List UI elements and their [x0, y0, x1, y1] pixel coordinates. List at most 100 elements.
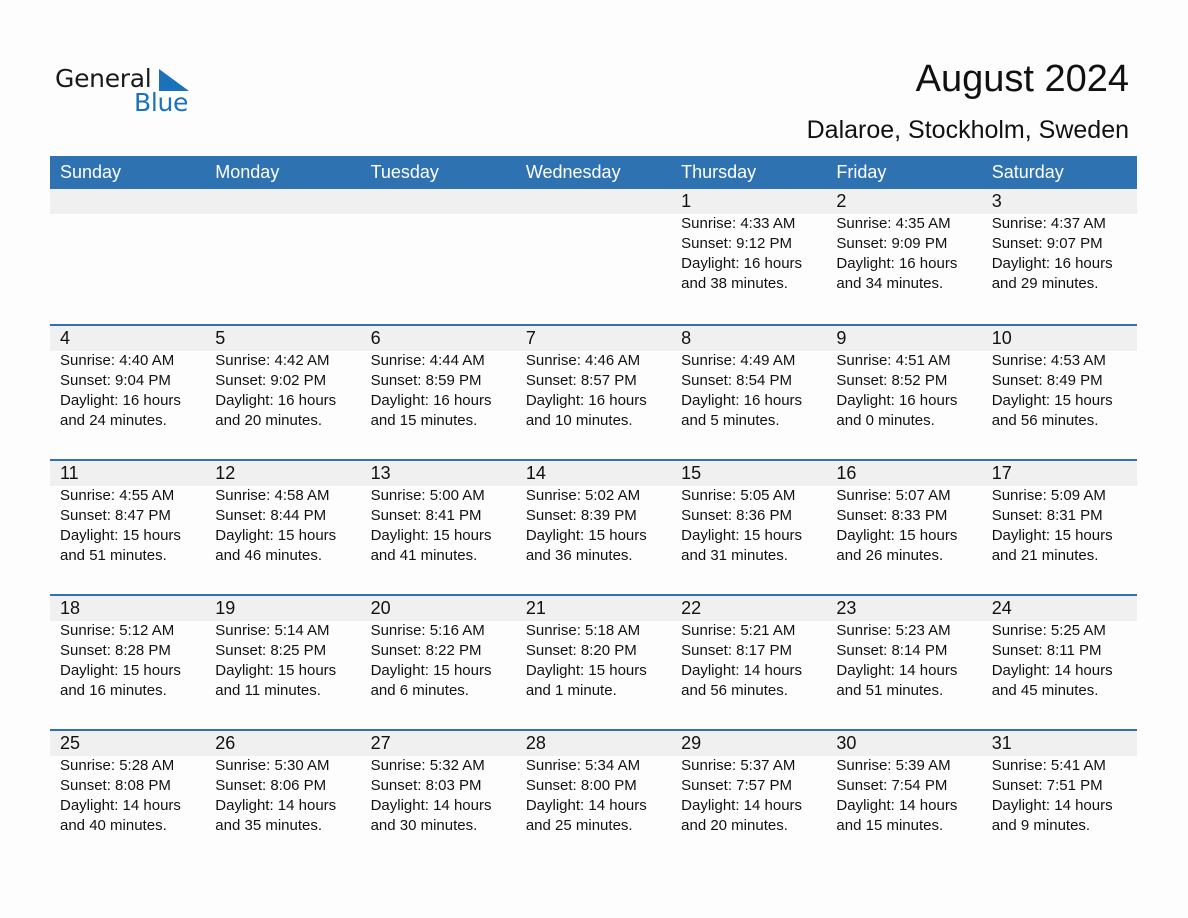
daylight-minutes: and 40 minutes. — [60, 817, 167, 834]
day-cell: 5 Sunrise: 4:42 AM Sunset: 9:02 PM Daylight… — [205, 326, 360, 459]
sunrise-time: Sunrise: 4:55 AM — [60, 487, 175, 504]
daylight-hours: Daylight: 16 hours — [60, 392, 181, 409]
daylight-minutes: and 56 minutes. — [991, 412, 1099, 429]
day-cell: 19 Sunrise: 5:14 AM Sunset: 8:25 PM Dayligh… — [205, 596, 360, 729]
day-number: 26 — [215, 733, 236, 753]
sunrise-time: Sunrise: 4:37 AM — [991, 215, 1106, 232]
sunrise-time: Sunrise: 5:21 AM — [681, 622, 796, 639]
day-number: 31 — [991, 733, 1012, 753]
daylight-minutes: and 35 minutes. — [215, 817, 323, 834]
daylight-minutes: and 38 minutes. — [681, 275, 788, 292]
daylight-hours: Daylight: 15 hours — [370, 527, 492, 544]
daylight-minutes: and 11 minutes. — [215, 682, 321, 699]
daylight-minutes: and 6 minutes. — [370, 682, 469, 699]
day-number: 19 — [215, 598, 236, 618]
sunset-time: Sunset: 8:17 PM — [681, 642, 793, 659]
sunrise-time: Sunrise: 4:46 AM — [525, 352, 641, 369]
day-number: 15 — [681, 463, 702, 483]
sunset-time: Sunset: 8:06 PM — [215, 777, 327, 794]
sunset-time: Sunset: 8:33 PM — [836, 507, 948, 524]
daylight-minutes: and 30 minutes. — [370, 817, 478, 834]
day-cell: 25 Sunrise: 5:28 AM Sunset: 8:08 PM Dayligh… — [50, 731, 205, 864]
generalblue-logo: General Blue — [55, 64, 195, 120]
day-number: 24 — [991, 598, 1012, 618]
day-number: 18 — [60, 598, 81, 618]
daylight-minutes: and 20 minutes. — [681, 817, 788, 834]
daylight-minutes: and 41 minutes. — [370, 547, 478, 564]
weekday-thursday: Thursday — [681, 162, 757, 182]
daylight-minutes: and 1 minute. — [525, 682, 617, 699]
daylight-minutes: and 16 minutes. — [60, 682, 167, 699]
sunset-time: Sunset: 8:31 PM — [991, 507, 1103, 524]
daylight-hours: Daylight: 15 hours — [370, 662, 492, 679]
sunrise-time: Sunrise: 5:34 AM — [525, 757, 641, 774]
day-number: 11 — [60, 463, 79, 483]
sunset-time: Sunset: 9:04 PM — [60, 372, 171, 389]
daylight-minutes: and 46 minutes. — [215, 547, 323, 564]
sunset-time: Sunset: 8:20 PM — [525, 642, 637, 659]
sunrise-time: Sunrise: 5:05 AM — [681, 487, 796, 504]
weeks-container: 1 Sunrise: 4:33 AM Sunset: 9:12 PM Daylight… — [50, 189, 1137, 864]
day-cell: 8 Sunrise: 4:49 AM Sunset: 8:54 PM Daylight… — [671, 326, 826, 459]
daylight-hours: Daylight: 16 hours — [525, 392, 647, 409]
daylight-hours: Daylight: 14 hours — [991, 797, 1113, 814]
sunset-time: Sunset: 8:41 PM — [370, 507, 482, 524]
daylight-hours: Daylight: 14 hours — [525, 797, 647, 814]
weekday-tuesday: Tuesday — [370, 162, 439, 182]
daylight-minutes: and 25 minutes. — [525, 817, 633, 834]
week-row: 25 Sunrise: 5:28 AM Sunset: 8:08 PM Dayligh… — [50, 729, 1137, 864]
daylight-minutes: and 26 minutes. — [836, 547, 944, 564]
daylight-minutes: and 5 minutes. — [681, 412, 780, 429]
day-number: 21 — [525, 598, 546, 618]
weekday-saturday: Saturday — [991, 162, 1064, 182]
sunset-time: Sunset: 8:08 PM — [60, 777, 171, 794]
sunrise-time: Sunrise: 4:33 AM — [681, 215, 796, 232]
day-number: 6 — [370, 328, 381, 348]
day-number: 13 — [370, 463, 391, 483]
sunset-time: Sunset: 8:28 PM — [60, 642, 171, 659]
daylight-hours: Daylight: 16 hours — [370, 392, 492, 409]
day-number: 8 — [681, 328, 692, 348]
day-number: 22 — [681, 598, 702, 618]
page-title: August 2024 — [915, 58, 1129, 100]
daylight-hours: Daylight: 16 hours — [681, 255, 803, 272]
sunset-time: Sunset: 8:57 PM — [525, 372, 637, 389]
daylight-hours: Daylight: 15 hours — [836, 527, 958, 544]
day-cell: 24 Sunrise: 5:25 AM Sunset: 8:11 PM Dayligh… — [982, 596, 1137, 729]
daylight-hours: Daylight: 15 hours — [525, 527, 647, 544]
sunrise-time: Sunrise: 5:23 AM — [836, 622, 951, 639]
weekday-header: Sunday Monday Tuesday Wednesday Thursday… — [50, 156, 1137, 189]
day-cell: 31 Sunrise: 5:41 AM Sunset: 7:51 PM Dayligh… — [982, 731, 1137, 864]
day-cell: 27 Sunrise: 5:32 AM Sunset: 8:03 PM Dayligh… — [361, 731, 516, 864]
daylight-hours: Daylight: 16 hours — [991, 255, 1113, 272]
sunrise-time: Sunrise: 5:30 AM — [215, 757, 330, 774]
day-number: 7 — [525, 328, 536, 348]
sunset-time: Sunset: 8:03 PM — [370, 777, 482, 794]
daylight-hours: Daylight: 14 hours — [836, 662, 958, 679]
sunset-time: Sunset: 8:52 PM — [836, 372, 948, 389]
sunset-time: Sunset: 8:47 PM — [60, 507, 171, 524]
daylight-minutes: and 20 minutes. — [215, 412, 323, 429]
daylight-hours: Daylight: 15 hours — [215, 527, 337, 544]
day-cell: 14 Sunrise: 5:02 AM Sunset: 8:39 PM Dayligh… — [516, 461, 671, 594]
sunrise-time: Sunrise: 4:58 AM — [215, 487, 330, 504]
weekday-friday: Friday — [836, 162, 887, 182]
sunrise-time: Sunrise: 5:32 AM — [370, 757, 485, 774]
sunset-time: Sunset: 8:49 PM — [991, 372, 1103, 389]
day-number: 3 — [991, 191, 1002, 211]
daylight-minutes: and 34 minutes. — [836, 275, 944, 292]
daylight-hours: Daylight: 15 hours — [991, 392, 1113, 409]
daylight-minutes: and 31 minutes. — [681, 547, 788, 564]
day-cell: 13 Sunrise: 5:00 AM Sunset: 8:41 PM Dayligh… — [361, 461, 516, 594]
day-cell: 4 Sunrise: 4:40 AM Sunset: 9:04 PM Daylight… — [50, 326, 205, 459]
daylight-hours: Daylight: 14 hours — [836, 797, 958, 814]
day-number: 29 — [681, 733, 702, 753]
sunrise-time: Sunrise: 5:14 AM — [215, 622, 330, 639]
week-row: 4 Sunrise: 4:40 AM Sunset: 9:04 PM Daylight… — [50, 324, 1137, 459]
daylight-minutes: and 24 minutes. — [60, 412, 167, 429]
daylight-hours: Daylight: 15 hours — [60, 662, 181, 679]
daylight-hours: Daylight: 16 hours — [836, 255, 958, 272]
daylight-minutes: and 15 minutes. — [370, 412, 478, 429]
sunset-time: Sunset: 8:44 PM — [215, 507, 327, 524]
weekday-monday: Monday — [215, 162, 280, 182]
